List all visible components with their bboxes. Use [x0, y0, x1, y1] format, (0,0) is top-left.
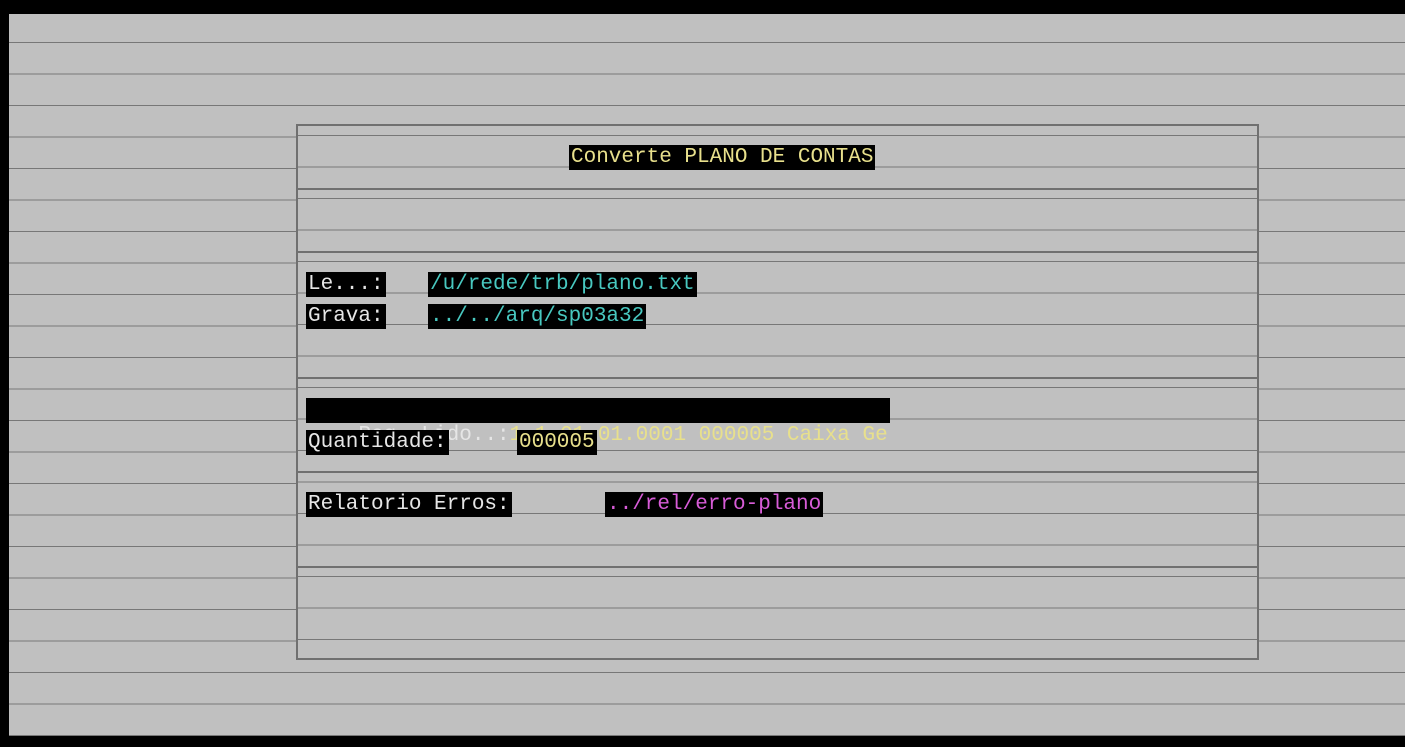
dialog-title: Converte PLANO DE CONTAS [569, 145, 876, 170]
separator [298, 251, 1257, 253]
grava-path-field[interactable]: ../../arq/sp03a32 [428, 304, 647, 329]
le-label: Le...: [306, 272, 386, 297]
le-path-field[interactable]: /u/rede/trb/plano.txt [428, 272, 697, 297]
quantidade-label: Quantidade: [306, 430, 449, 455]
quantidade-value: 000005 [517, 430, 597, 455]
reg-lido-row: Reg. Lido..:1.1.01.01.0001 000005 Caixa … [306, 398, 890, 447]
bottom-bar [0, 736, 1405, 747]
separator [298, 188, 1257, 190]
separator [298, 566, 1257, 568]
relatorio-erros-path-field[interactable]: ../rel/erro-plano [605, 492, 824, 517]
grava-label: Grava: [306, 304, 386, 329]
relatorio-erros-label: Relatorio Erros: [306, 492, 512, 517]
convert-dialog: Converte PLANO DE CONTAS Le...: /u/rede/… [296, 124, 1259, 660]
separator [298, 377, 1257, 379]
separator [298, 471, 1257, 473]
